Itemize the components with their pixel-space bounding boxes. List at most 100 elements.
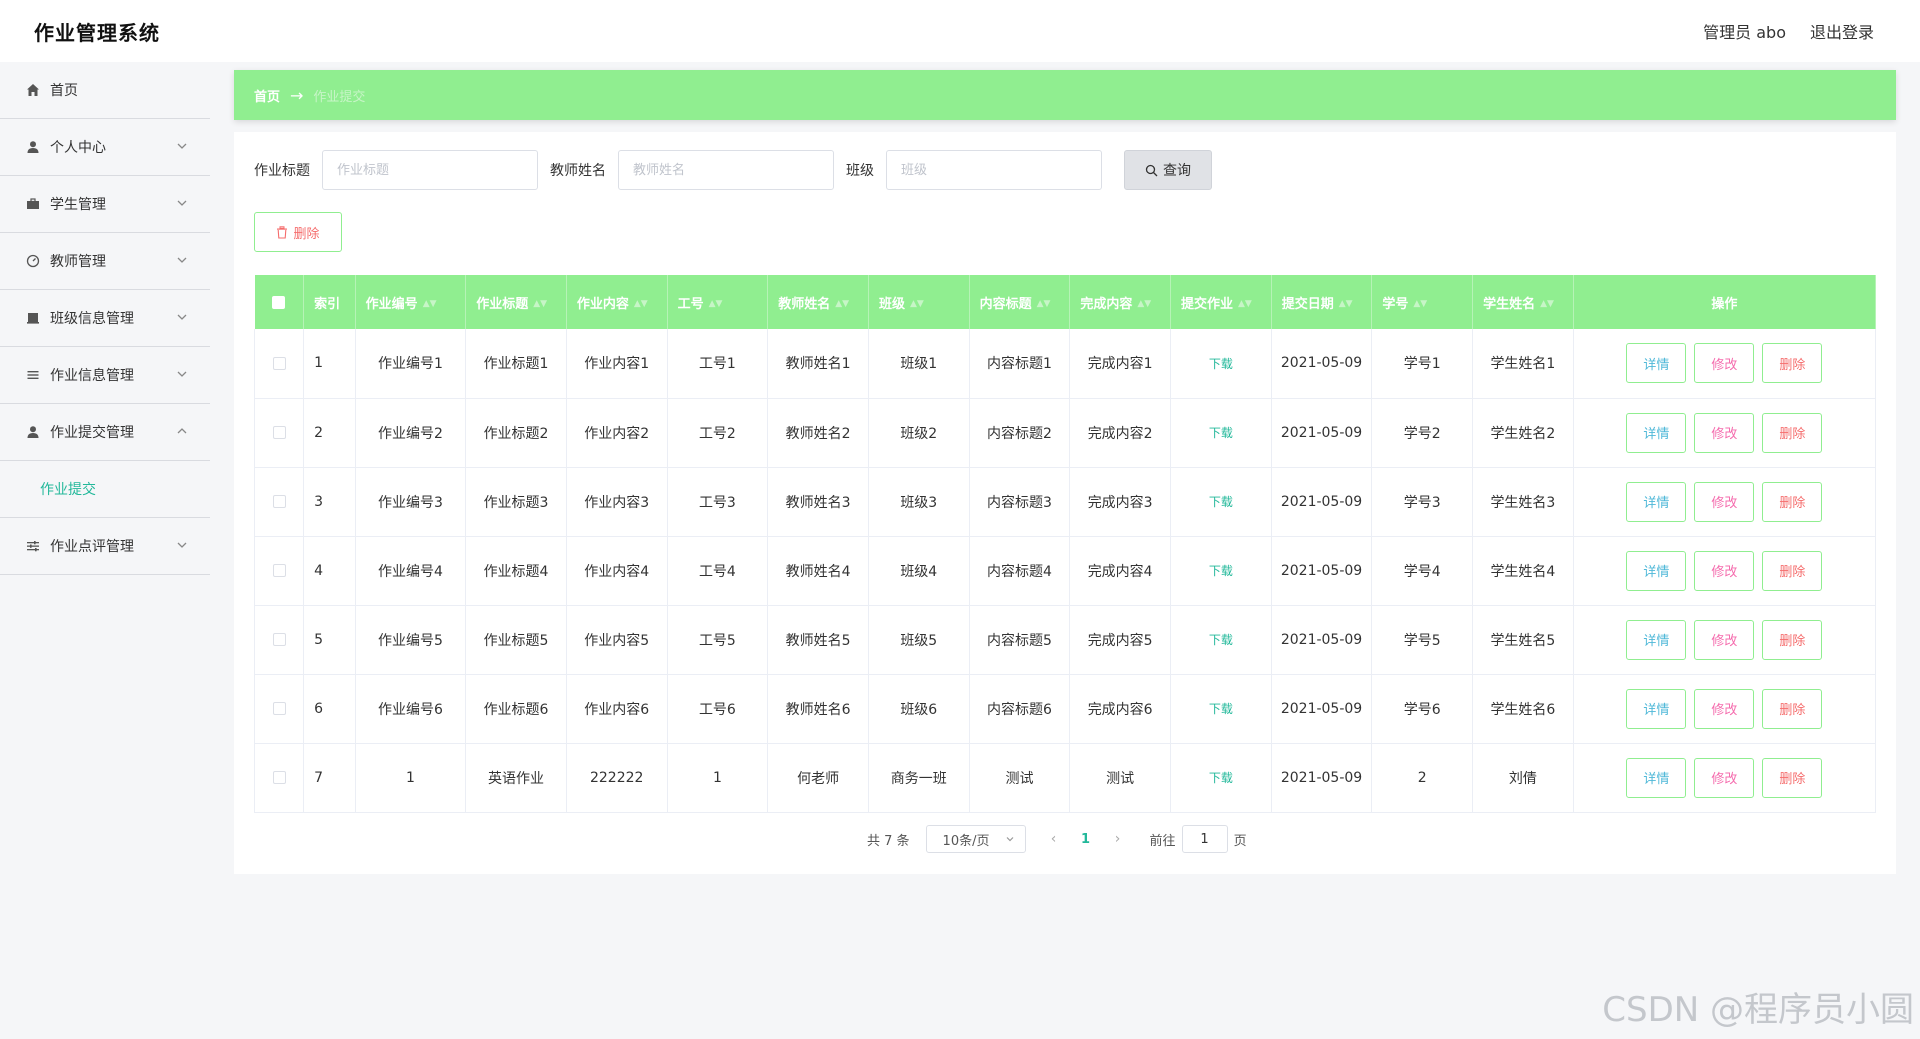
current-user[interactable]: 管理员 abo xyxy=(1703,19,1786,43)
delete-button[interactable]: 删除 xyxy=(1762,550,1823,591)
cell-text: 内容标题4 xyxy=(987,563,1052,580)
row-checkbox[interactable] xyxy=(272,702,286,715)
sidebar-item-assignment-info[interactable]: 作业信息管理 xyxy=(0,347,210,404)
detail-button[interactable]: 详情 xyxy=(1626,619,1687,660)
sidebar-item-home[interactable]: 首页 xyxy=(0,62,210,119)
delete-button[interactable]: 删除 xyxy=(1762,481,1823,522)
row-actions: 详情 修改 删除 xyxy=(1573,398,1877,468)
cell-text: 完成内容3 xyxy=(1087,494,1153,511)
sort-icon[interactable]: ▲▼ xyxy=(634,299,648,309)
page-number[interactable]: 1 xyxy=(1068,832,1104,847)
sidebar-item-personal-center[interactable]: 个人中心 xyxy=(0,119,210,176)
sidebar-item-teacher-management[interactable]: 教师管理 xyxy=(0,233,210,290)
detail-button[interactable]: 详情 xyxy=(1626,481,1687,522)
column-header[interactable]: 作业内容 ▲▼ xyxy=(566,275,668,329)
download-link[interactable]: 下载 xyxy=(1209,426,1233,440)
edit-button[interactable]: 修改 xyxy=(1694,412,1755,453)
edit-button[interactable]: 修改 xyxy=(1694,481,1755,522)
column-header[interactable]: 学号 ▲▼ xyxy=(1371,275,1474,329)
teacher-input[interactable] xyxy=(618,150,834,190)
row-select-cell[interactable] xyxy=(253,329,305,399)
row-checkbox[interactable] xyxy=(272,356,286,370)
delete-button[interactable]: 删除 xyxy=(1762,412,1823,453)
cell-text: 内容标题6 xyxy=(987,701,1052,718)
page-size-select[interactable]: 10条/页 xyxy=(925,825,1026,853)
select-all-cell[interactable] xyxy=(254,275,305,329)
column-header[interactable]: 作业编号 ▲▼ xyxy=(355,275,467,329)
row-select-cell[interactable] xyxy=(253,536,305,606)
title-input[interactable] xyxy=(322,150,538,190)
select-all-checkbox[interactable] xyxy=(272,295,286,309)
row-select-cell[interactable] xyxy=(253,467,305,537)
row-select-cell[interactable] xyxy=(253,743,305,813)
column-header[interactable]: 工号 ▲▼ xyxy=(667,275,769,329)
edit-button[interactable]: 修改 xyxy=(1694,619,1755,660)
bulk-delete-button[interactable]: 删除 xyxy=(254,212,342,252)
row-checkbox[interactable] xyxy=(272,771,286,784)
next-page-button[interactable]: › xyxy=(1104,831,1132,847)
detail-button[interactable]: 详情 xyxy=(1626,343,1687,384)
row-select-cell[interactable] xyxy=(253,605,305,675)
row-checkbox[interactable] xyxy=(272,564,286,577)
detail-button[interactable]: 详情 xyxy=(1626,757,1687,798)
download-link[interactable]: 下载 xyxy=(1209,771,1233,785)
delete-button[interactable]: 删除 xyxy=(1762,757,1823,798)
sidebar-item-submission-management[interactable]: 作业提交管理 xyxy=(0,404,210,461)
sidebar-item-review-management[interactable]: 作业点评管理 xyxy=(0,518,210,575)
row-checkbox[interactable] xyxy=(272,495,286,508)
sort-icon[interactable]: ▲▼ xyxy=(1037,299,1051,309)
detail-button[interactable]: 详情 xyxy=(1626,550,1687,591)
edit-button[interactable]: 修改 xyxy=(1694,757,1755,798)
sort-icon[interactable]: ▲▼ xyxy=(1540,299,1554,309)
delete-button[interactable]: 删除 xyxy=(1762,619,1823,660)
delete-button[interactable]: 删除 xyxy=(1762,343,1823,384)
download-link[interactable]: 下载 xyxy=(1209,564,1233,578)
sort-icon[interactable]: ▲▼ xyxy=(835,299,849,309)
sort-icon[interactable]: ▲▼ xyxy=(709,299,723,309)
table-row: 7 1 英语作业 222222 1 何老师 商务一班 测试 测试 下载 2021-05-09 2 刘倩 详… xyxy=(253,743,1877,813)
column-header[interactable]: 教师姓名 ▲▼ xyxy=(767,275,869,329)
detail-button[interactable]: 详情 xyxy=(1626,412,1687,453)
row-checkbox[interactable] xyxy=(272,633,286,646)
table-cell: 完成内容6 xyxy=(1069,674,1171,744)
row-checkbox[interactable] xyxy=(272,426,286,439)
column-header[interactable]: 内容标题 ▲▼ xyxy=(969,275,1071,329)
sort-icon[interactable]: ▲▼ xyxy=(910,299,924,309)
column-header[interactable]: 作业标题 ▲▼ xyxy=(465,275,567,329)
column-header[interactable]: 提交作业 ▲▼ xyxy=(1170,275,1272,329)
column-header[interactable]: 学生姓名 ▲▼ xyxy=(1472,275,1574,329)
sidebar-item-class-management[interactable]: 班级信息管理 xyxy=(0,290,210,347)
download-link[interactable]: 下载 xyxy=(1209,633,1233,647)
sort-icon[interactable]: ▲▼ xyxy=(1137,299,1151,309)
cell-text: 教师姓名3 xyxy=(785,494,851,511)
row-select-cell[interactable] xyxy=(253,398,305,468)
detail-button[interactable]: 详情 xyxy=(1626,688,1687,729)
breadcrumb-home[interactable]: 首页 xyxy=(254,86,280,105)
sidebar-item-student-management[interactable]: 学生管理 xyxy=(0,176,210,233)
column-header[interactable]: 完成内容 ▲▼ xyxy=(1069,275,1171,329)
download-link[interactable]: 下载 xyxy=(1209,495,1233,509)
download-link[interactable]: 下载 xyxy=(1209,702,1233,716)
class-input[interactable] xyxy=(886,150,1102,190)
sort-icon[interactable]: ▲▼ xyxy=(423,299,437,309)
sort-icon[interactable]: ▲▼ xyxy=(1413,299,1427,309)
cell-text: 1 xyxy=(712,769,722,786)
sort-icon[interactable]: ▲▼ xyxy=(1238,299,1252,309)
delete-button[interactable]: 删除 xyxy=(1762,688,1823,729)
query-button[interactable]: 查询 xyxy=(1124,150,1212,190)
prev-page-button[interactable]: ‹ xyxy=(1040,831,1068,847)
cell-text: 作业内容4 xyxy=(584,563,650,580)
edit-button[interactable]: 修改 xyxy=(1694,343,1755,384)
table-row: 3 作业编号3 作业标题3 作业内容3 工号3 教师姓名3 班级3 内容标题3 完成内容3 下载 2… xyxy=(253,467,1877,537)
sort-icon[interactable]: ▲▼ xyxy=(1339,299,1353,309)
row-select-cell[interactable] xyxy=(253,674,305,744)
edit-button[interactable]: 修改 xyxy=(1694,550,1755,591)
sidebar-subitem-submission[interactable]: 作业提交 xyxy=(0,461,210,518)
goto-page-input[interactable] xyxy=(1181,825,1228,853)
column-header[interactable]: 班级 ▲▼ xyxy=(868,275,970,329)
logout-link[interactable]: 退出登录 xyxy=(1810,19,1874,43)
sort-icon[interactable]: ▲▼ xyxy=(533,299,547,309)
column-header[interactable]: 提交日期 ▲▼ xyxy=(1271,275,1373,329)
download-link[interactable]: 下载 xyxy=(1209,357,1233,371)
edit-button[interactable]: 修改 xyxy=(1694,688,1755,729)
